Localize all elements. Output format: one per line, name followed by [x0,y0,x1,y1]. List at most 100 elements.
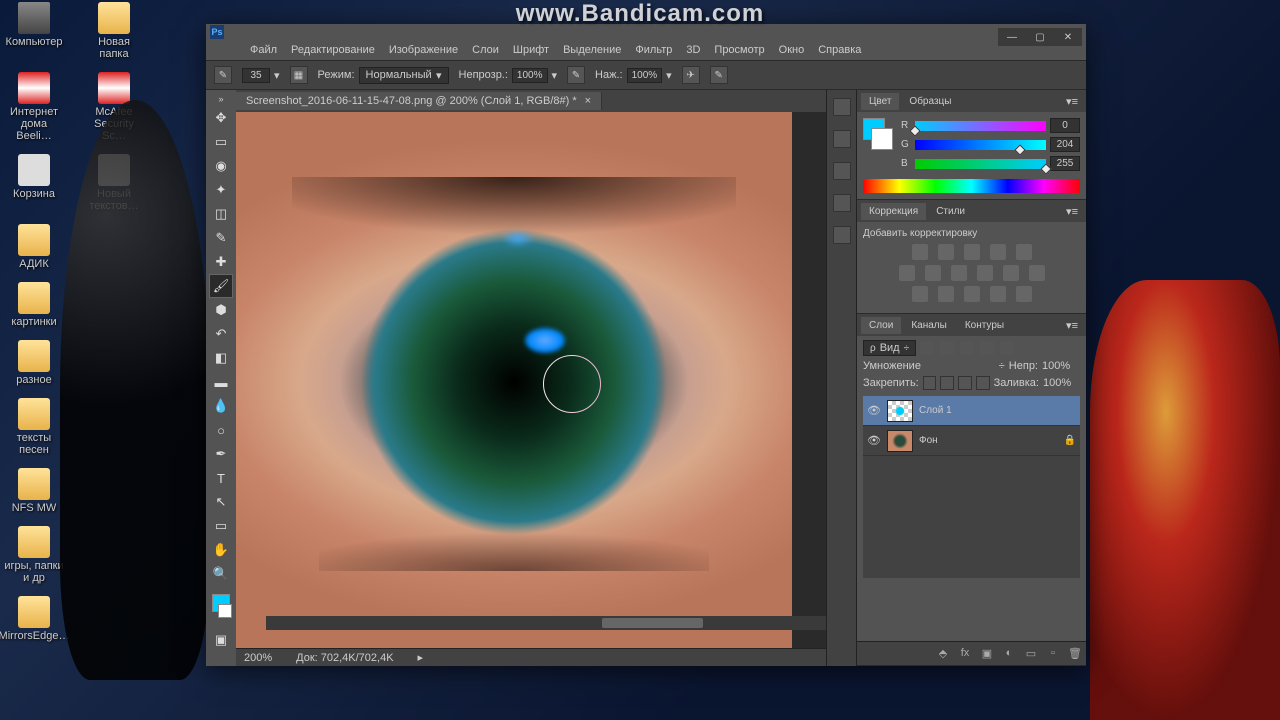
brush-panel-icon[interactable]: ▦ [290,66,308,84]
g-value[interactable]: 204 [1050,137,1080,152]
menu-window[interactable]: Окно [779,44,805,56]
chevron-down-icon[interactable]: ▾ [666,69,672,82]
eyedropper-tool[interactable]: ✎ [209,226,233,250]
layer-opacity-field[interactable]: 100% [1042,360,1080,372]
colorbalance-icon[interactable] [925,265,941,281]
exposure-icon[interactable] [990,244,1006,260]
layer-name[interactable]: Фон [919,435,938,446]
menu-file[interactable]: Файл [250,44,277,56]
properties-panel-icon[interactable] [833,162,851,180]
layer-fill-field[interactable]: 100% [1043,377,1080,389]
tab-adjustments[interactable]: Коррекция [861,203,926,220]
dodge-tool[interactable]: ○ [209,418,233,442]
panel-menu-icon[interactable]: ▾≡ [1062,205,1082,218]
layer-fx-icon[interactable]: fx [958,647,972,661]
r-value[interactable]: 0 [1050,118,1080,133]
menu-select[interactable]: Выделение [563,44,621,56]
desktop-icon-new-folder[interactable]: Новая папка [84,2,144,60]
status-menu-icon[interactable]: ▸ [418,651,424,664]
menu-edit[interactable]: Редактирование [291,44,375,56]
brush-tool[interactable]: 🖌 [209,274,233,298]
move-tool[interactable]: ✥ [209,106,233,130]
curves-icon[interactable] [964,244,980,260]
tab-channels[interactable]: Каналы [903,317,955,334]
filter-adjust-icon[interactable] [940,341,954,355]
tab-paths[interactable]: Контуры [957,317,1012,334]
layer-mask-icon[interactable]: ▣ [980,647,994,661]
hue-icon[interactable] [899,265,915,281]
menu-view[interactable]: Просмотр [714,44,764,56]
posterize-icon[interactable] [938,286,954,302]
bg-swatch[interactable] [871,128,893,150]
menu-image[interactable]: Изображение [389,44,458,56]
collapse-icon[interactable]: » [218,94,223,104]
panel-menu-icon[interactable]: ▾≡ [1062,95,1082,108]
chevron-down-icon[interactable]: ▾ [274,69,280,82]
filter-shape-icon[interactable] [980,341,994,355]
brightness-icon[interactable] [912,244,928,260]
canvas[interactable] [236,112,792,648]
eraser-tool[interactable]: ◧ [209,346,233,370]
layer-name[interactable]: Слой 1 [919,405,952,416]
desktop-icon-games[interactable]: игры, папки и др [4,526,64,584]
lasso-tool[interactable]: ◉ [209,154,233,178]
tab-swatches[interactable]: Образцы [901,93,959,110]
desktop-icon-lyrics[interactable]: тексты песен [4,398,64,456]
pressure-size-icon[interactable]: ✎ [710,66,728,84]
r-slider[interactable] [915,121,1046,131]
document-tab[interactable]: Screenshot_2016-06-11-15-47-08.png @ 200… [236,92,602,110]
link-layers-icon[interactable]: ⬘ [936,647,950,661]
crop-tool[interactable]: ◫ [209,202,233,226]
filter-smart-icon[interactable] [1000,341,1014,355]
bw-icon[interactable] [951,265,967,281]
color-spectrum[interactable] [863,179,1080,193]
filter-pixel-icon[interactable] [920,341,934,355]
tab-layers[interactable]: Слои [861,317,901,334]
levels-icon[interactable] [938,244,954,260]
menu-3d[interactable]: 3D [686,44,700,56]
shape-tool[interactable]: ▭ [209,514,233,538]
marquee-tool[interactable]: ▭ [209,130,233,154]
desktop-icon-nfsmw[interactable]: NFS MW [4,468,64,514]
layer-blendmode-select[interactable]: Умножение÷ [863,360,1005,372]
adjustment-layer-icon[interactable]: ◐ [1002,647,1016,661]
pen-tool[interactable]: ✒ [209,442,233,466]
wand-tool[interactable]: ✦ [209,178,233,202]
desktop-icon-mirrors[interactable]: MirrorsEdge… [4,596,64,642]
new-layer-icon[interactable]: ▫ [1046,647,1060,661]
brushes-panel-icon[interactable] [833,194,851,212]
close-button[interactable]: ✕ [1054,28,1082,46]
b-slider[interactable] [915,159,1046,169]
lock-position-icon[interactable] [958,376,972,390]
history-brush-tool[interactable]: ↶ [209,322,233,346]
actions-panel-icon[interactable] [833,130,851,148]
desktop-icon-beeline[interactable]: Интернет дома Beeli… [4,72,64,142]
colorlookup-icon[interactable] [1029,265,1045,281]
airbrush-icon[interactable]: ✈ [682,66,700,84]
desktop-icon-computer[interactable]: Компьютер [4,2,64,60]
vibrance-icon[interactable] [1016,244,1032,260]
minimize-button[interactable]: — [998,28,1026,46]
desktop-icon-adik[interactable]: АДИК [4,224,64,270]
tab-color[interactable]: Цвет [861,93,899,110]
gradient-tool[interactable]: ▬ [209,370,233,394]
delete-layer-icon[interactable]: 🗑 [1068,647,1082,661]
background-color-swatch[interactable] [218,604,232,618]
layer-thumbnail[interactable] [887,430,913,452]
close-tab-icon[interactable]: × [585,95,591,107]
flow-field[interactable]: 100% [627,68,663,83]
blend-mode-select[interactable]: Нормальный▾ [359,67,449,84]
visibility-icon[interactable]: 👁 [867,434,881,447]
history-panel-icon[interactable] [833,98,851,116]
layer-group-icon[interactable]: ▭ [1024,647,1038,661]
type-tool[interactable]: T [209,466,233,490]
lock-all-icon[interactable] [976,376,990,390]
g-slider[interactable] [915,140,1046,150]
quickmask-icon[interactable]: ▣ [209,628,233,652]
horizontal-scrollbar[interactable] [266,616,826,630]
desktop-icon-recycle[interactable]: Корзина [4,154,64,212]
brush-size-field[interactable]: 35 [242,68,270,83]
layer-filter-select[interactable]: ρ Вид ÷ [863,340,916,356]
healing-tool[interactable]: ✚ [209,250,233,274]
stamp-tool[interactable]: ⬢ [209,298,233,322]
